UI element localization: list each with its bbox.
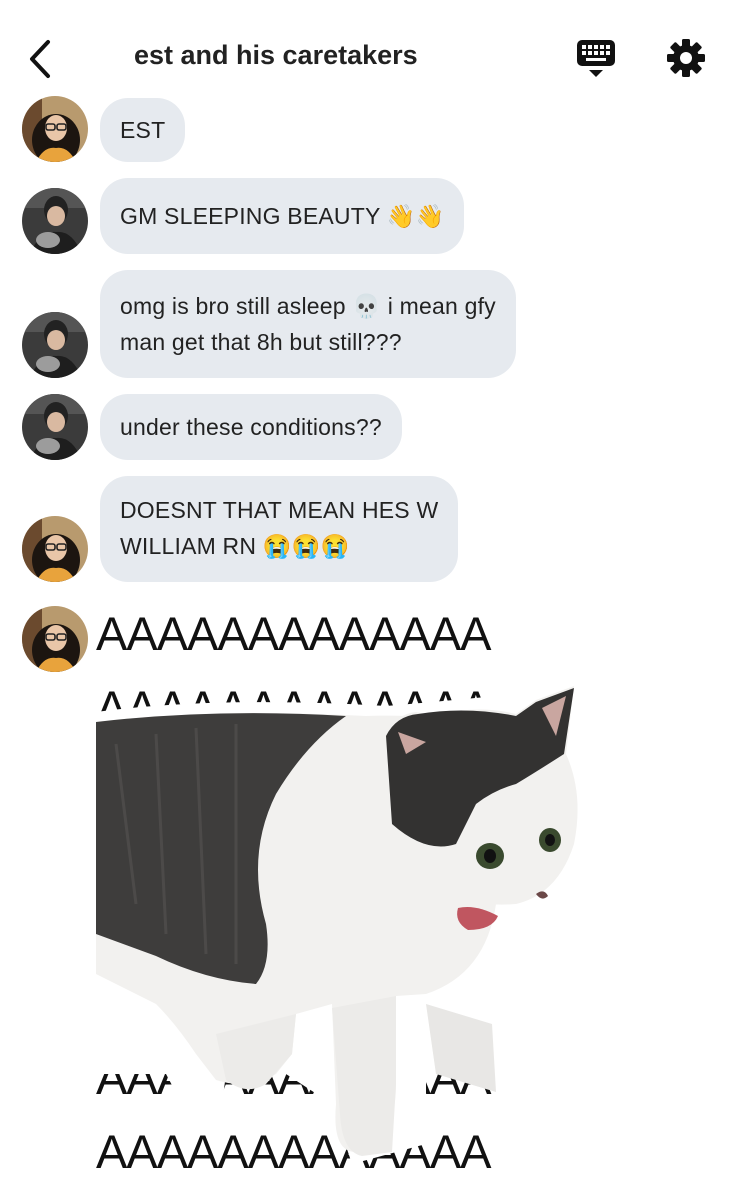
gear-icon xyxy=(667,39,705,77)
message-text-line: DOESNT THAT MEAN HES W xyxy=(120,497,439,523)
message-text-line: WILLIAM RN 😭😭😭 xyxy=(120,533,350,559)
chat-title: est and his caretakers xyxy=(134,40,418,70)
message-bubble[interactable]: GM SLEEPING BEAUTY 👋👋 xyxy=(100,178,465,254)
avatar-guy-cat xyxy=(22,394,88,460)
screaming-cat-sticker[interactable]: AAAAAAAAAAAAA AAAAAAAAAAAAA AAAAAAAAAAAA… xyxy=(96,604,608,1170)
message-text: EST xyxy=(120,117,166,143)
message-bubble[interactable]: EST xyxy=(100,98,186,162)
avatar-girl-glasses xyxy=(22,606,88,672)
avatar-girl-glasses xyxy=(22,516,88,582)
avatar[interactable] xyxy=(22,188,88,254)
avatar-girl-glasses xyxy=(22,96,88,162)
avatar-guy-cat xyxy=(22,312,88,378)
chevron-left-icon xyxy=(30,40,50,78)
keyboard-icon xyxy=(577,40,615,77)
back-button[interactable] xyxy=(24,38,60,80)
message-bubble[interactable]: under these conditions?? xyxy=(100,394,402,460)
message-bubble[interactable]: DOESNT THAT MEAN HES W WILLIAM RN 😭😭😭 xyxy=(100,476,459,582)
avatar[interactable] xyxy=(22,516,88,582)
message-text: under these conditions?? xyxy=(120,414,382,440)
avatar[interactable] xyxy=(22,96,88,162)
message-bubble[interactable]: omg is bro still asleep 💀 i mean gfy man… xyxy=(100,270,516,378)
message-text-line: omg is bro still asleep 💀 i mean gfy xyxy=(120,293,496,319)
avatar[interactable] xyxy=(22,312,88,378)
keyboard-button[interactable] xyxy=(576,38,616,80)
avatar-guy-cat xyxy=(22,188,88,254)
settings-button[interactable] xyxy=(666,38,706,78)
cat-image xyxy=(96,674,586,1164)
avatar[interactable] xyxy=(22,394,88,460)
avatar[interactable] xyxy=(22,606,88,672)
chat-header: est and his caretakers xyxy=(0,0,730,108)
message-text: GM SLEEPING BEAUTY 👋👋 xyxy=(120,203,445,229)
message-text-line: man get that 8h but still??? xyxy=(120,329,402,355)
